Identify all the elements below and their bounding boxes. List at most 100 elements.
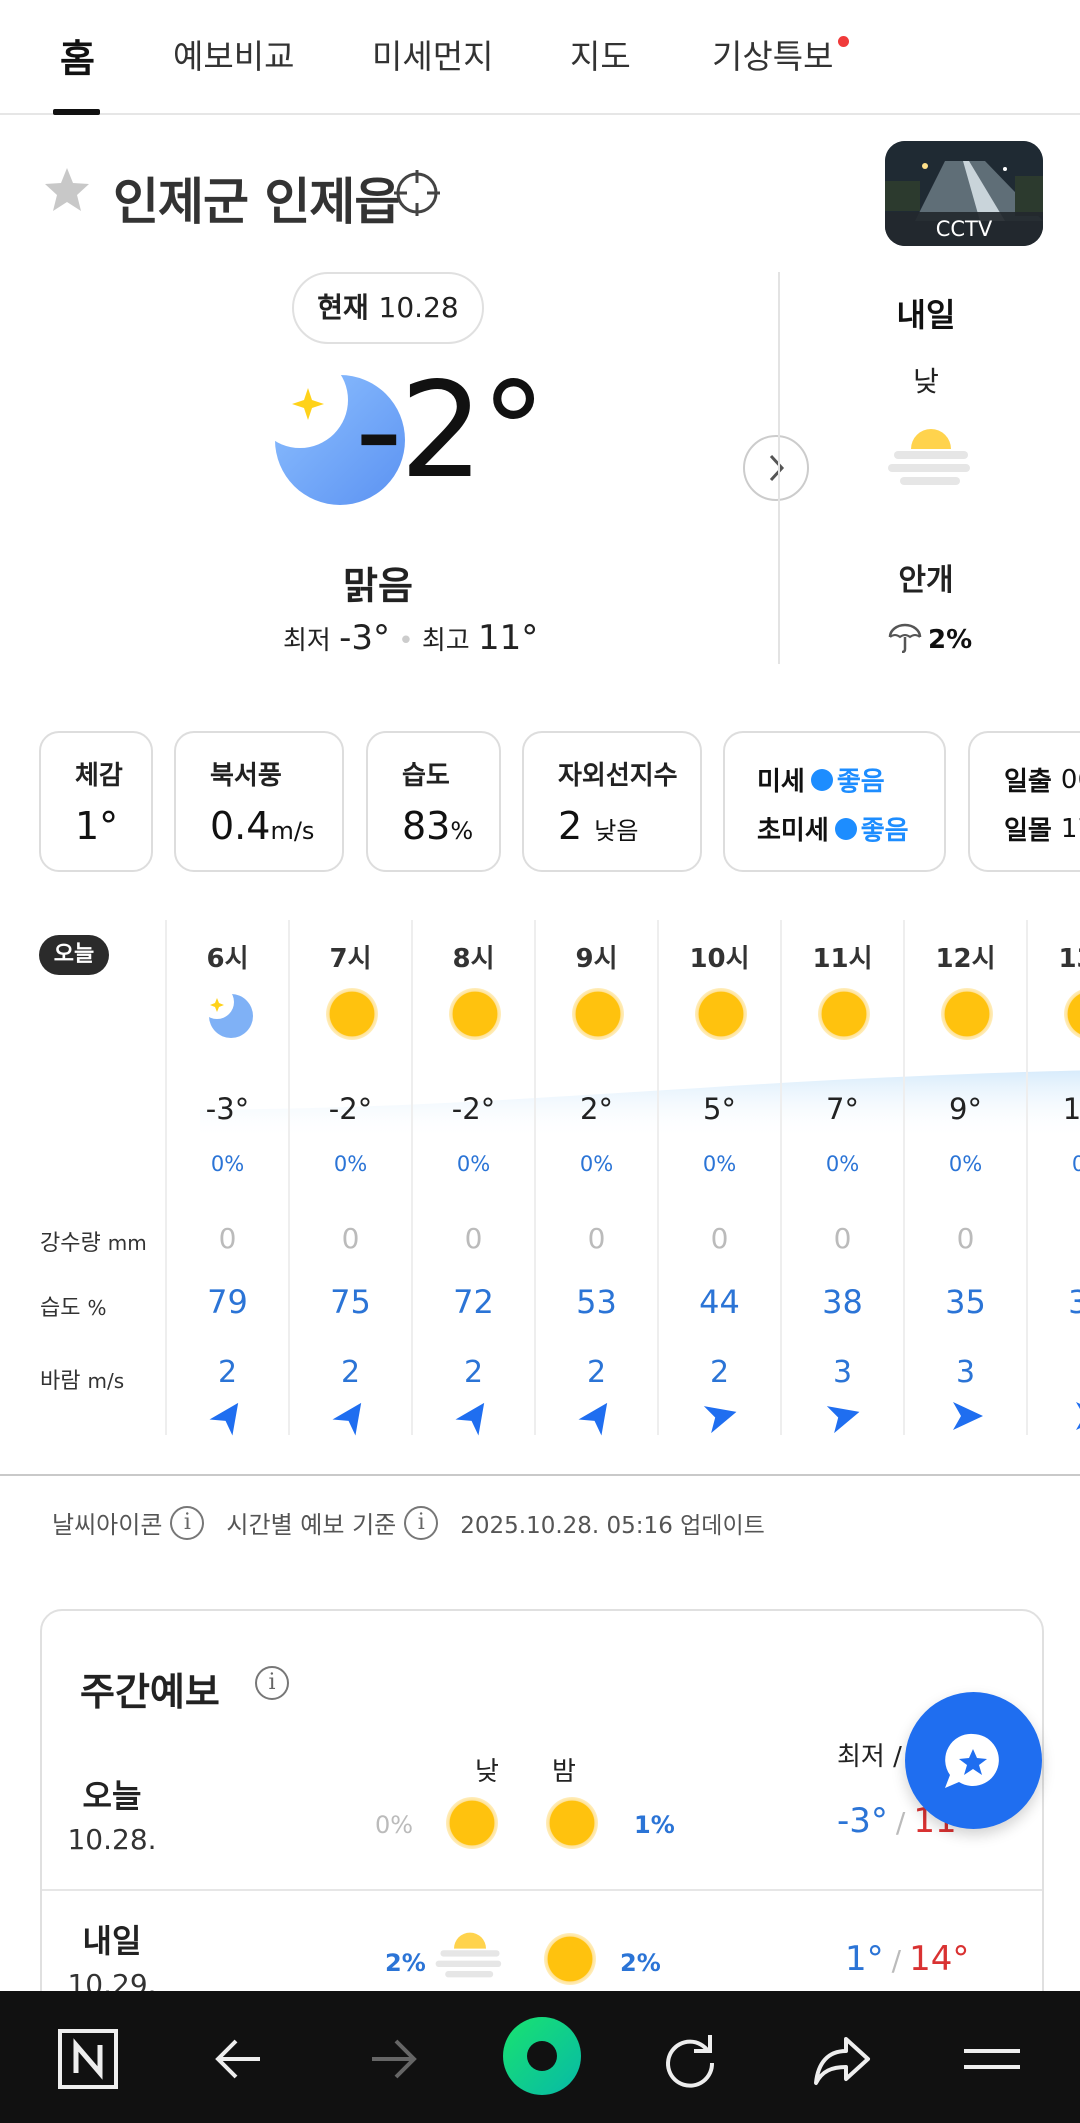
hour-temp: 5° xyxy=(703,1092,736,1126)
tab-forecast-compare[interactable]: 예보비교 xyxy=(173,30,294,78)
tab-map[interactable]: 지도 xyxy=(570,30,631,78)
weather-chat-fab[interactable] xyxy=(905,1692,1042,1829)
hour-temp: -2° xyxy=(328,1092,373,1126)
row-divider xyxy=(42,1889,1042,1891)
next-day-button[interactable] xyxy=(743,435,809,501)
hour-wind: 3 xyxy=(1028,1355,1080,1390)
sunrise-value: 06: xyxy=(1060,764,1080,795)
sun-icon xyxy=(695,988,747,1040)
pm25-label: 초미세 xyxy=(757,816,829,846)
hour-rain: 0 xyxy=(1028,1222,1080,1255)
pm25-status-dot xyxy=(834,817,857,840)
tab-home[interactable]: 홈 xyxy=(60,28,95,83)
feels-label: 체감 xyxy=(75,761,123,791)
active-tab-indicator xyxy=(53,109,100,115)
hour-label: 8시 xyxy=(452,944,495,974)
wind-direction-arrow-icon xyxy=(332,1402,362,1436)
chip-fine-dust[interactable]: 미세 좋음 초미세 좋음 xyxy=(723,731,946,872)
hour-label: 13시 xyxy=(1058,944,1080,974)
wind-direction-arrow-icon xyxy=(1076,1402,1080,1430)
weekly-row-tomorrow[interactable]: 내일 10.29. xyxy=(42,1916,182,2001)
section-divider xyxy=(0,1474,1080,1476)
hour-temp: 9° xyxy=(949,1092,982,1126)
wind-speed-value: 0.4 xyxy=(210,804,271,848)
sun-icon xyxy=(818,988,870,1040)
tomorrow-title: 내일 xyxy=(896,296,956,334)
chat-star-icon xyxy=(945,1733,999,1788)
hour-pop: 0% xyxy=(825,1152,860,1176)
refresh-icon[interactable] xyxy=(658,2027,722,2091)
hour-wind: 2 xyxy=(709,1355,730,1390)
hour-wind: 2 xyxy=(340,1355,361,1390)
max-label: 최고 xyxy=(421,626,470,656)
sun-icon xyxy=(449,988,501,1040)
info-icon[interactable]: i xyxy=(404,1505,439,1540)
hour-wind: 3 xyxy=(955,1355,976,1390)
hour-pop: 0% xyxy=(948,1152,983,1176)
share-icon[interactable] xyxy=(810,2027,874,2091)
hour-rain: 0 xyxy=(710,1222,729,1255)
weekly-pop-night: 2% xyxy=(620,1949,661,1977)
hourly-forecast[interactable]: 오늘 강수량 mm 습도 % 바람 m/s 6시 -3° 0% 0 79 2 7시 -2° 0%… xyxy=(0,920,1080,1445)
pm25-status: 좋음 xyxy=(860,816,909,846)
night-header: 밤 xyxy=(552,1757,576,1787)
sun-icon xyxy=(546,1797,598,1849)
humidity-row-label: 습도 % xyxy=(40,1296,107,1321)
min-label: 최저 xyxy=(283,626,331,656)
cctv-thumbnail[interactable]: CCTV xyxy=(885,141,1043,246)
forward-arrow-icon[interactable] xyxy=(360,2027,424,2091)
chip-uv-index[interactable]: 자외선지수 2 낮음 xyxy=(522,731,702,872)
uv-label: 자외선지수 xyxy=(558,761,678,791)
back-arrow-icon[interactable] xyxy=(208,2027,272,2091)
naver-home-icon[interactable] xyxy=(56,2027,120,2091)
hour-humidity: 35 xyxy=(945,1283,986,1321)
sunset-value: 17: xyxy=(1060,813,1080,844)
chip-wind[interactable]: 북서풍 0.4m/s xyxy=(174,731,344,872)
menu-icon[interactable] xyxy=(960,2027,1024,2091)
uv-level: 낮음 xyxy=(594,817,639,845)
hourly-column: 13시10°0%0333 xyxy=(1026,920,1080,1435)
humidity-value: 83 xyxy=(402,804,451,848)
tab-fine-dust[interactable]: 미세먼지 xyxy=(372,30,493,78)
green-home-button[interactable] xyxy=(503,2017,581,2095)
hour-pop: 0% xyxy=(702,1152,737,1176)
info-icon[interactable]: i xyxy=(170,1505,205,1540)
weekly-date: 10.28. xyxy=(67,1823,157,1856)
info-icon[interactable]: i xyxy=(255,1666,289,1700)
sun-icon xyxy=(326,988,378,1040)
chip-sunrise-sunset[interactable]: 일출 06: 일몰 17: xyxy=(968,731,1080,872)
wind-direction-arrow-icon xyxy=(578,1402,608,1436)
browser-bottom-bar xyxy=(0,1991,1080,2123)
weather-icon-info-label[interactable]: 날씨아이콘 xyxy=(52,1505,162,1540)
hour-humidity: 75 xyxy=(330,1283,371,1321)
weekly-row-today[interactable]: 오늘 10.28. xyxy=(42,1771,182,1856)
location-name: 인제군 인제읍 xyxy=(113,173,400,231)
min-value: -3° xyxy=(339,618,391,658)
chip-feels-like[interactable]: 체감 1° xyxy=(39,731,153,872)
favorite-star-icon[interactable] xyxy=(42,165,92,215)
current-condition: 맑음 xyxy=(343,564,413,608)
hour-pop: 0% xyxy=(456,1152,491,1176)
sunset-label: 일몰 xyxy=(1004,816,1052,846)
pm10-status-dot xyxy=(810,768,833,791)
alert-dot xyxy=(838,36,849,47)
hourly-column: 7시 -2° 0% 0 75 2 xyxy=(288,920,411,1436)
current-location-icon[interactable] xyxy=(392,168,442,218)
weekly-title: 주간예보 xyxy=(80,1670,220,1714)
hour-humidity: 33 xyxy=(1068,1283,1080,1321)
hour-wind: 2 xyxy=(586,1355,607,1390)
hourly-column: 12시 9° 0% 0 35 3 xyxy=(903,920,1026,1435)
pm10-status: 좋음 xyxy=(836,767,885,797)
moon-icon xyxy=(203,988,253,1038)
hourly-column: 11시 7° 0% 0 38 3 xyxy=(780,920,903,1435)
tomorrow-rain: 2% xyxy=(888,623,972,655)
wind-direction-arrow-icon xyxy=(826,1406,860,1434)
hour-rain: 0 xyxy=(833,1222,852,1255)
tab-weather-alert[interactable]: 기상특보 xyxy=(712,30,833,78)
chip-humidity[interactable]: 습도 83% xyxy=(366,731,501,872)
hourly-basis-label[interactable]: 시간별 예보 기준 xyxy=(226,1505,396,1540)
weekly-day-name: 내일 xyxy=(82,1922,142,1960)
wind-direction-arrow-icon xyxy=(703,1406,737,1434)
umbrella-icon xyxy=(888,623,922,654)
current-pill-date: 10.28 xyxy=(378,291,459,324)
